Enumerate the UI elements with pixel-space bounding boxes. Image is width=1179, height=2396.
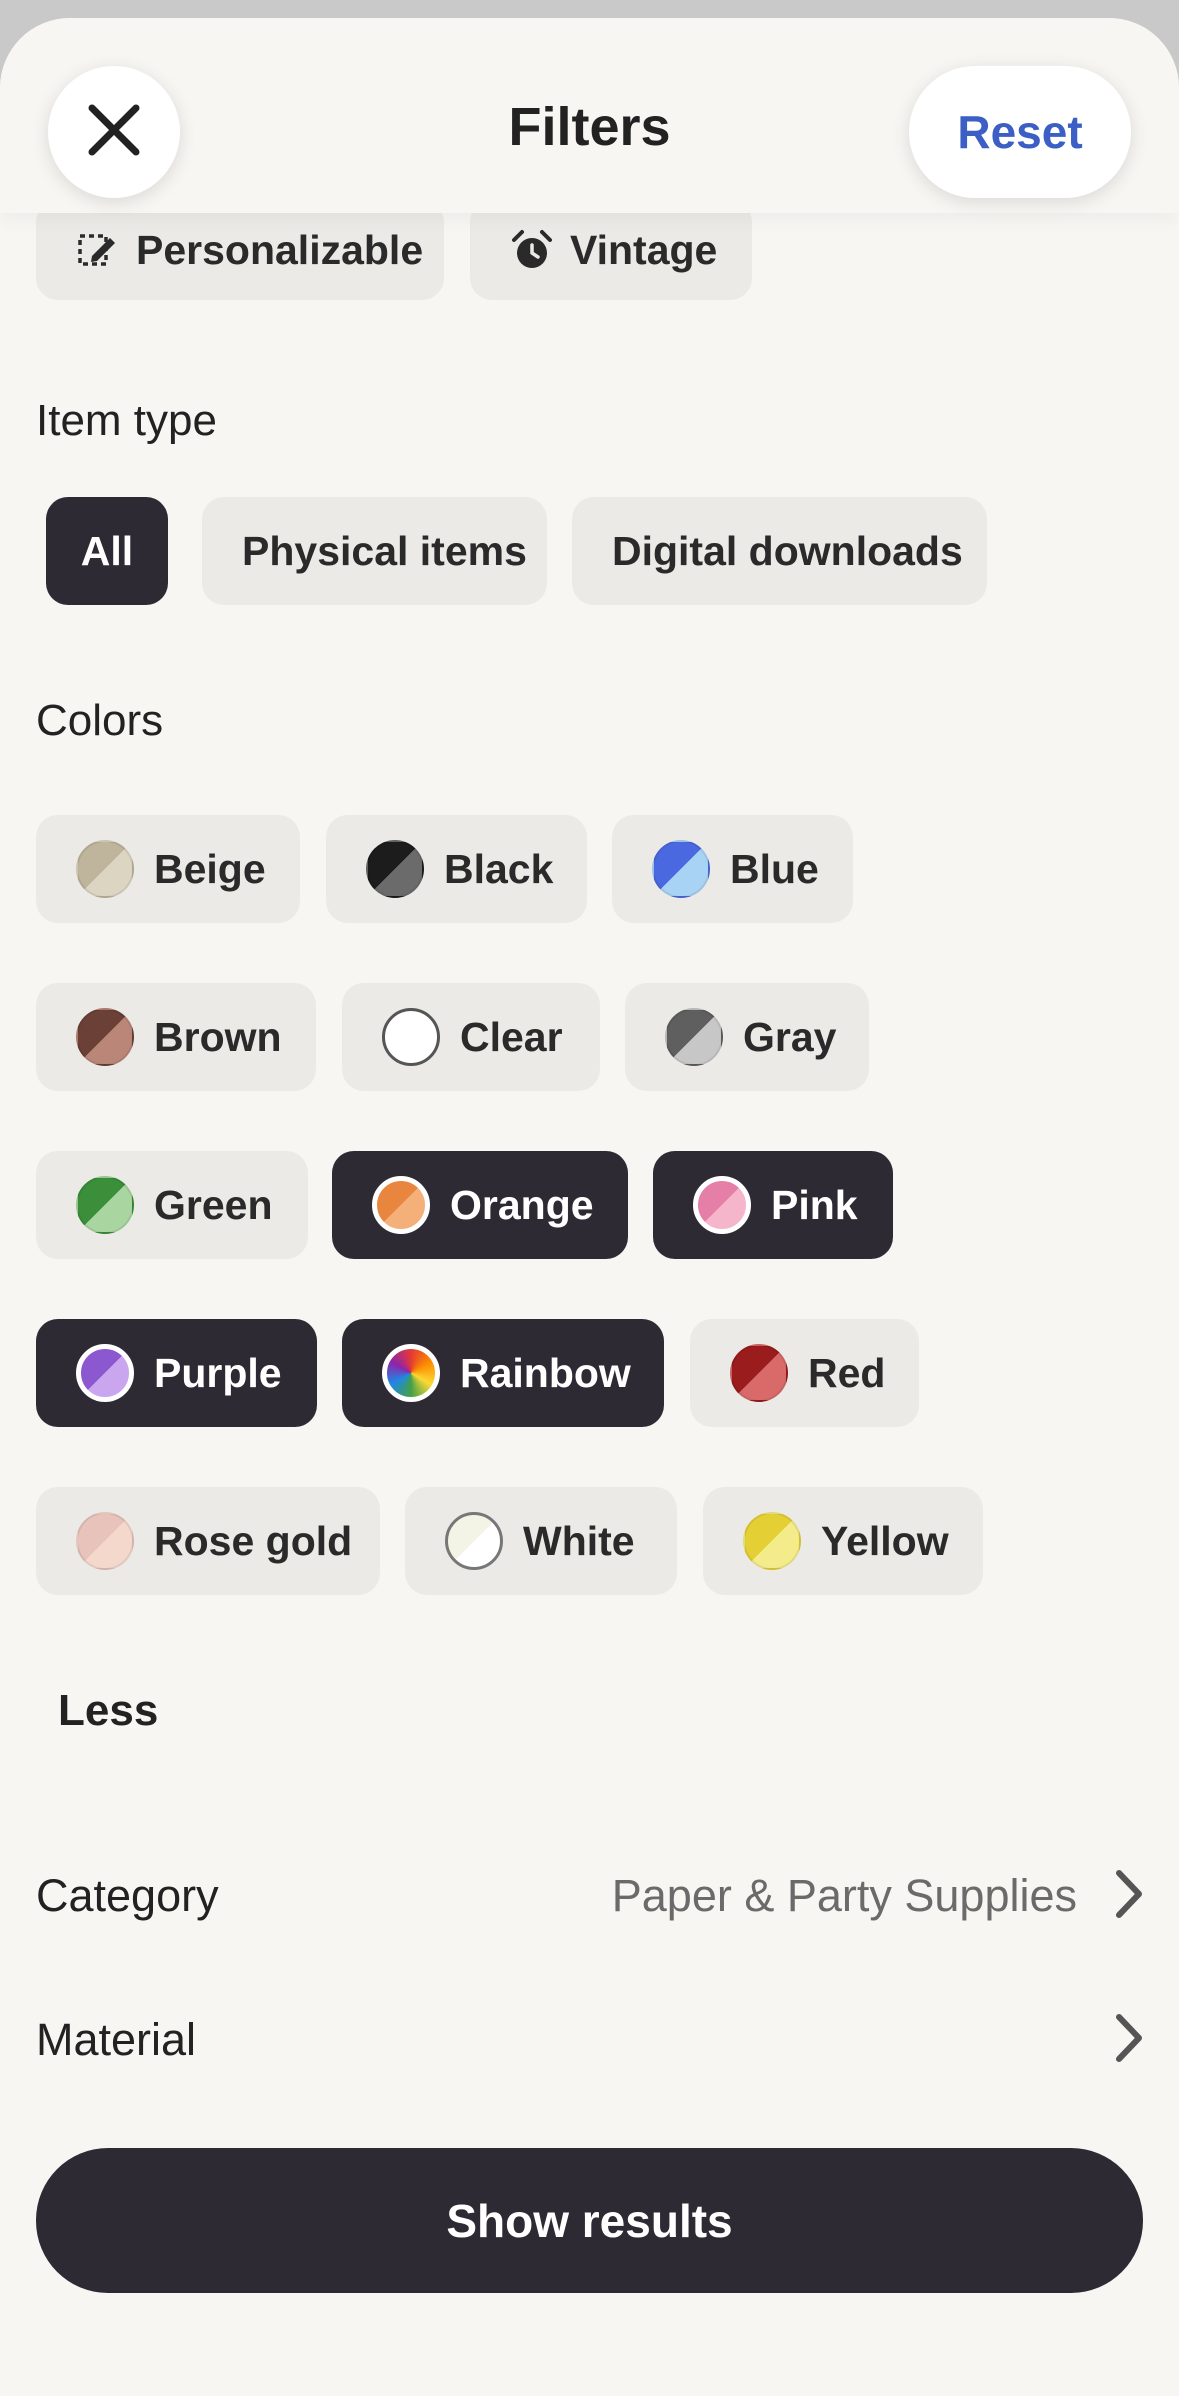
color-chip-pink[interactable]: Pink [653, 1151, 893, 1259]
filter-chip-label: Personalizable [136, 226, 424, 273]
color-swatch-icon [76, 840, 134, 898]
color-swatch-icon [76, 1176, 134, 1234]
color-chip-label: Green [154, 1181, 273, 1228]
color-swatch-icon [445, 1512, 503, 1570]
color-chip-rainbow[interactable]: Rainbow [342, 1319, 664, 1427]
less-toggle[interactable]: Less [58, 1686, 158, 1736]
category-value: Paper & Party Supplies [611, 1870, 1077, 1921]
color-chip-blue[interactable]: Blue [612, 815, 853, 923]
item-type-physical[interactable]: Physical items [202, 497, 547, 605]
color-chip-white[interactable]: White [405, 1487, 677, 1595]
color-chip-label: Beige [154, 845, 266, 892]
color-swatch-icon [382, 1008, 440, 1066]
color-chip-label: White [523, 1517, 635, 1564]
color-chip-label: Black [444, 845, 554, 892]
filter-chip-personalizable[interactable]: Personalizable [36, 200, 444, 300]
color-chip-black[interactable]: Black [326, 815, 587, 923]
color-swatch-icon [382, 1344, 440, 1402]
color-swatch-icon [652, 840, 710, 898]
chip-label: Digital downloads [612, 527, 963, 574]
color-chip-rose-gold[interactable]: Rose gold [36, 1487, 380, 1595]
material-row[interactable]: Material [36, 1985, 1143, 2095]
color-chip-red[interactable]: Red [690, 1319, 919, 1427]
color-chip-green[interactable]: Green [36, 1151, 308, 1259]
color-chip-label: Rainbow [460, 1349, 631, 1396]
sheet-header: Filters Reset [0, 18, 1179, 213]
color-chip-label: Clear [460, 1013, 563, 1060]
filters-sheet: Personalizable Vintage Item type All Phy… [0, 18, 1179, 2396]
item-type-digital[interactable]: Digital downloads [572, 497, 987, 605]
color-swatch-icon [730, 1344, 788, 1402]
color-swatch-icon [665, 1008, 723, 1066]
color-chip-yellow[interactable]: Yellow [703, 1487, 983, 1595]
color-swatch-icon [743, 1512, 801, 1570]
color-chip-label: Rose gold [154, 1517, 353, 1564]
color-chip-label: Purple [154, 1349, 282, 1396]
chevron-right-icon [1113, 1869, 1143, 1924]
color-chip-label: Brown [154, 1013, 282, 1060]
color-swatch-icon [372, 1176, 430, 1234]
color-swatch-icon [76, 1512, 134, 1570]
color-chip-label: Blue [730, 845, 819, 892]
alarm-clock-icon [510, 228, 554, 272]
filter-chip-vintage[interactable]: Vintage [470, 200, 752, 300]
filter-chip-label: Vintage [570, 226, 718, 273]
color-swatch-icon [76, 1344, 134, 1402]
category-label: Category [36, 1870, 219, 1921]
color-chip-orange[interactable]: Orange [332, 1151, 628, 1259]
show-results-button[interactable]: Show results [36, 2148, 1143, 2293]
color-chip-label: Pink [771, 1181, 858, 1228]
color-chip-purple[interactable]: Purple [36, 1319, 317, 1427]
category-row[interactable]: Category Paper & Party Supplies [36, 1841, 1143, 1951]
reset-button[interactable]: Reset [909, 66, 1131, 198]
color-chip-brown[interactable]: Brown [36, 983, 316, 1091]
color-chip-clear[interactable]: Clear [342, 983, 600, 1091]
colors-heading: Colors [36, 696, 164, 745]
item-type-heading: Item type [36, 396, 217, 445]
color-chip-gray[interactable]: Gray [625, 983, 869, 1091]
color-chip-label: Gray [743, 1013, 837, 1060]
chip-label: All [80, 527, 134, 574]
color-chip-label: Orange [450, 1181, 594, 1228]
color-swatch-icon [76, 1008, 134, 1066]
chip-label: Physical items [242, 527, 527, 574]
color-swatch-icon [693, 1176, 751, 1234]
color-chip-label: Red [808, 1349, 886, 1396]
personalize-icon [76, 228, 120, 272]
chevron-right-icon [1113, 2013, 1143, 2068]
color-swatch-icon [366, 840, 424, 898]
material-label: Material [36, 2014, 197, 2065]
item-type-all[interactable]: All [46, 497, 168, 605]
color-chip-label: Yellow [821, 1517, 949, 1564]
color-chip-beige[interactable]: Beige [36, 815, 300, 923]
